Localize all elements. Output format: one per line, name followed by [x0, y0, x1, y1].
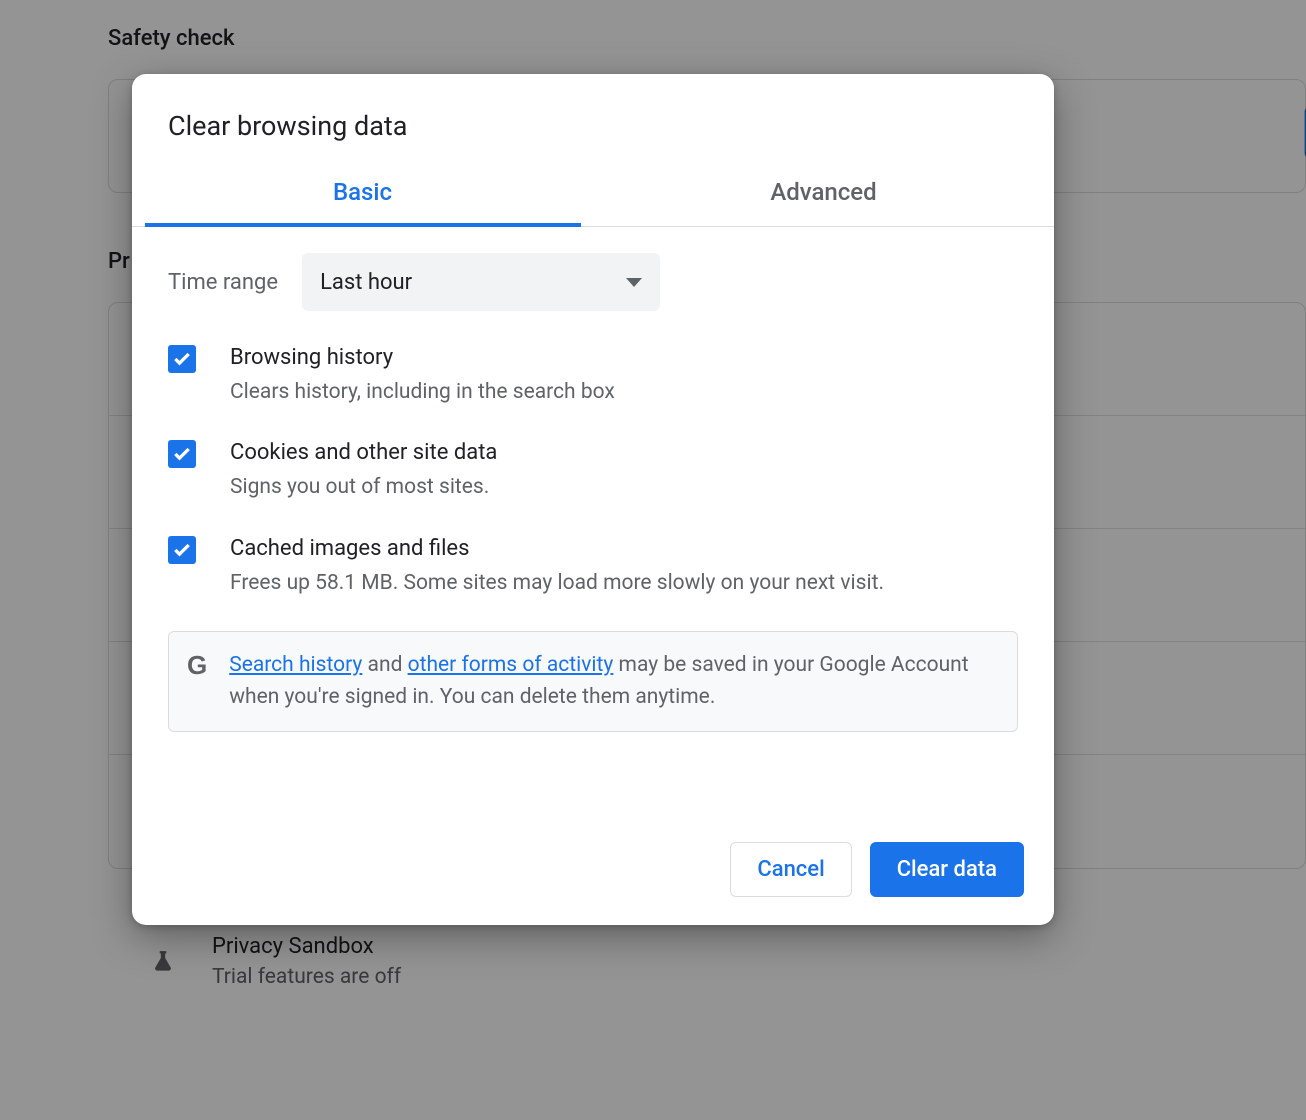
time-range-label: Time range: [168, 270, 278, 295]
check-icon: [172, 444, 192, 464]
check-icon: [172, 349, 192, 369]
other-activity-link[interactable]: other forms of activity: [408, 653, 614, 677]
time-range-value: Last hour: [320, 270, 412, 295]
check-icon: [172, 540, 192, 560]
tab-advanced[interactable]: Advanced: [593, 164, 1054, 226]
option-cookies: Cookies and other site data Signs you ou…: [168, 440, 1018, 501]
clear-data-button[interactable]: Clear data: [870, 842, 1024, 897]
option-title: Browsing history: [230, 345, 615, 370]
google-icon: G: [187, 650, 207, 681]
checkbox-browsing-history[interactable]: [168, 345, 196, 373]
info-text: Search history and other forms of activi…: [229, 650, 995, 713]
option-sub: Signs you out of most sites.: [230, 473, 497, 501]
tab-basic[interactable]: Basic: [132, 164, 593, 226]
cancel-button[interactable]: Cancel: [730, 842, 851, 897]
time-range-select[interactable]: Last hour: [302, 253, 660, 311]
option-browsing-history: Browsing history Clears history, includi…: [168, 345, 1018, 406]
google-account-info: G Search history and other forms of acti…: [168, 631, 1018, 732]
option-title: Cookies and other site data: [230, 440, 497, 465]
option-sub: Frees up 58.1 MB. Some sites may load mo…: [230, 569, 884, 597]
dropdown-arrow-icon: [626, 278, 642, 287]
checkbox-cache[interactable]: [168, 536, 196, 564]
checkbox-cookies[interactable]: [168, 440, 196, 468]
dialog-tabs: Basic Advanced: [132, 164, 1054, 227]
option-cache: Cached images and files Frees up 58.1 MB…: [168, 536, 1018, 597]
search-history-link[interactable]: Search history: [229, 653, 362, 677]
option-sub: Clears history, including in the search …: [230, 378, 615, 406]
option-title: Cached images and files: [230, 536, 884, 561]
dialog-title: Clear browsing data: [132, 74, 1054, 164]
clear-browsing-data-dialog: Clear browsing data Basic Advanced Time …: [132, 74, 1054, 925]
